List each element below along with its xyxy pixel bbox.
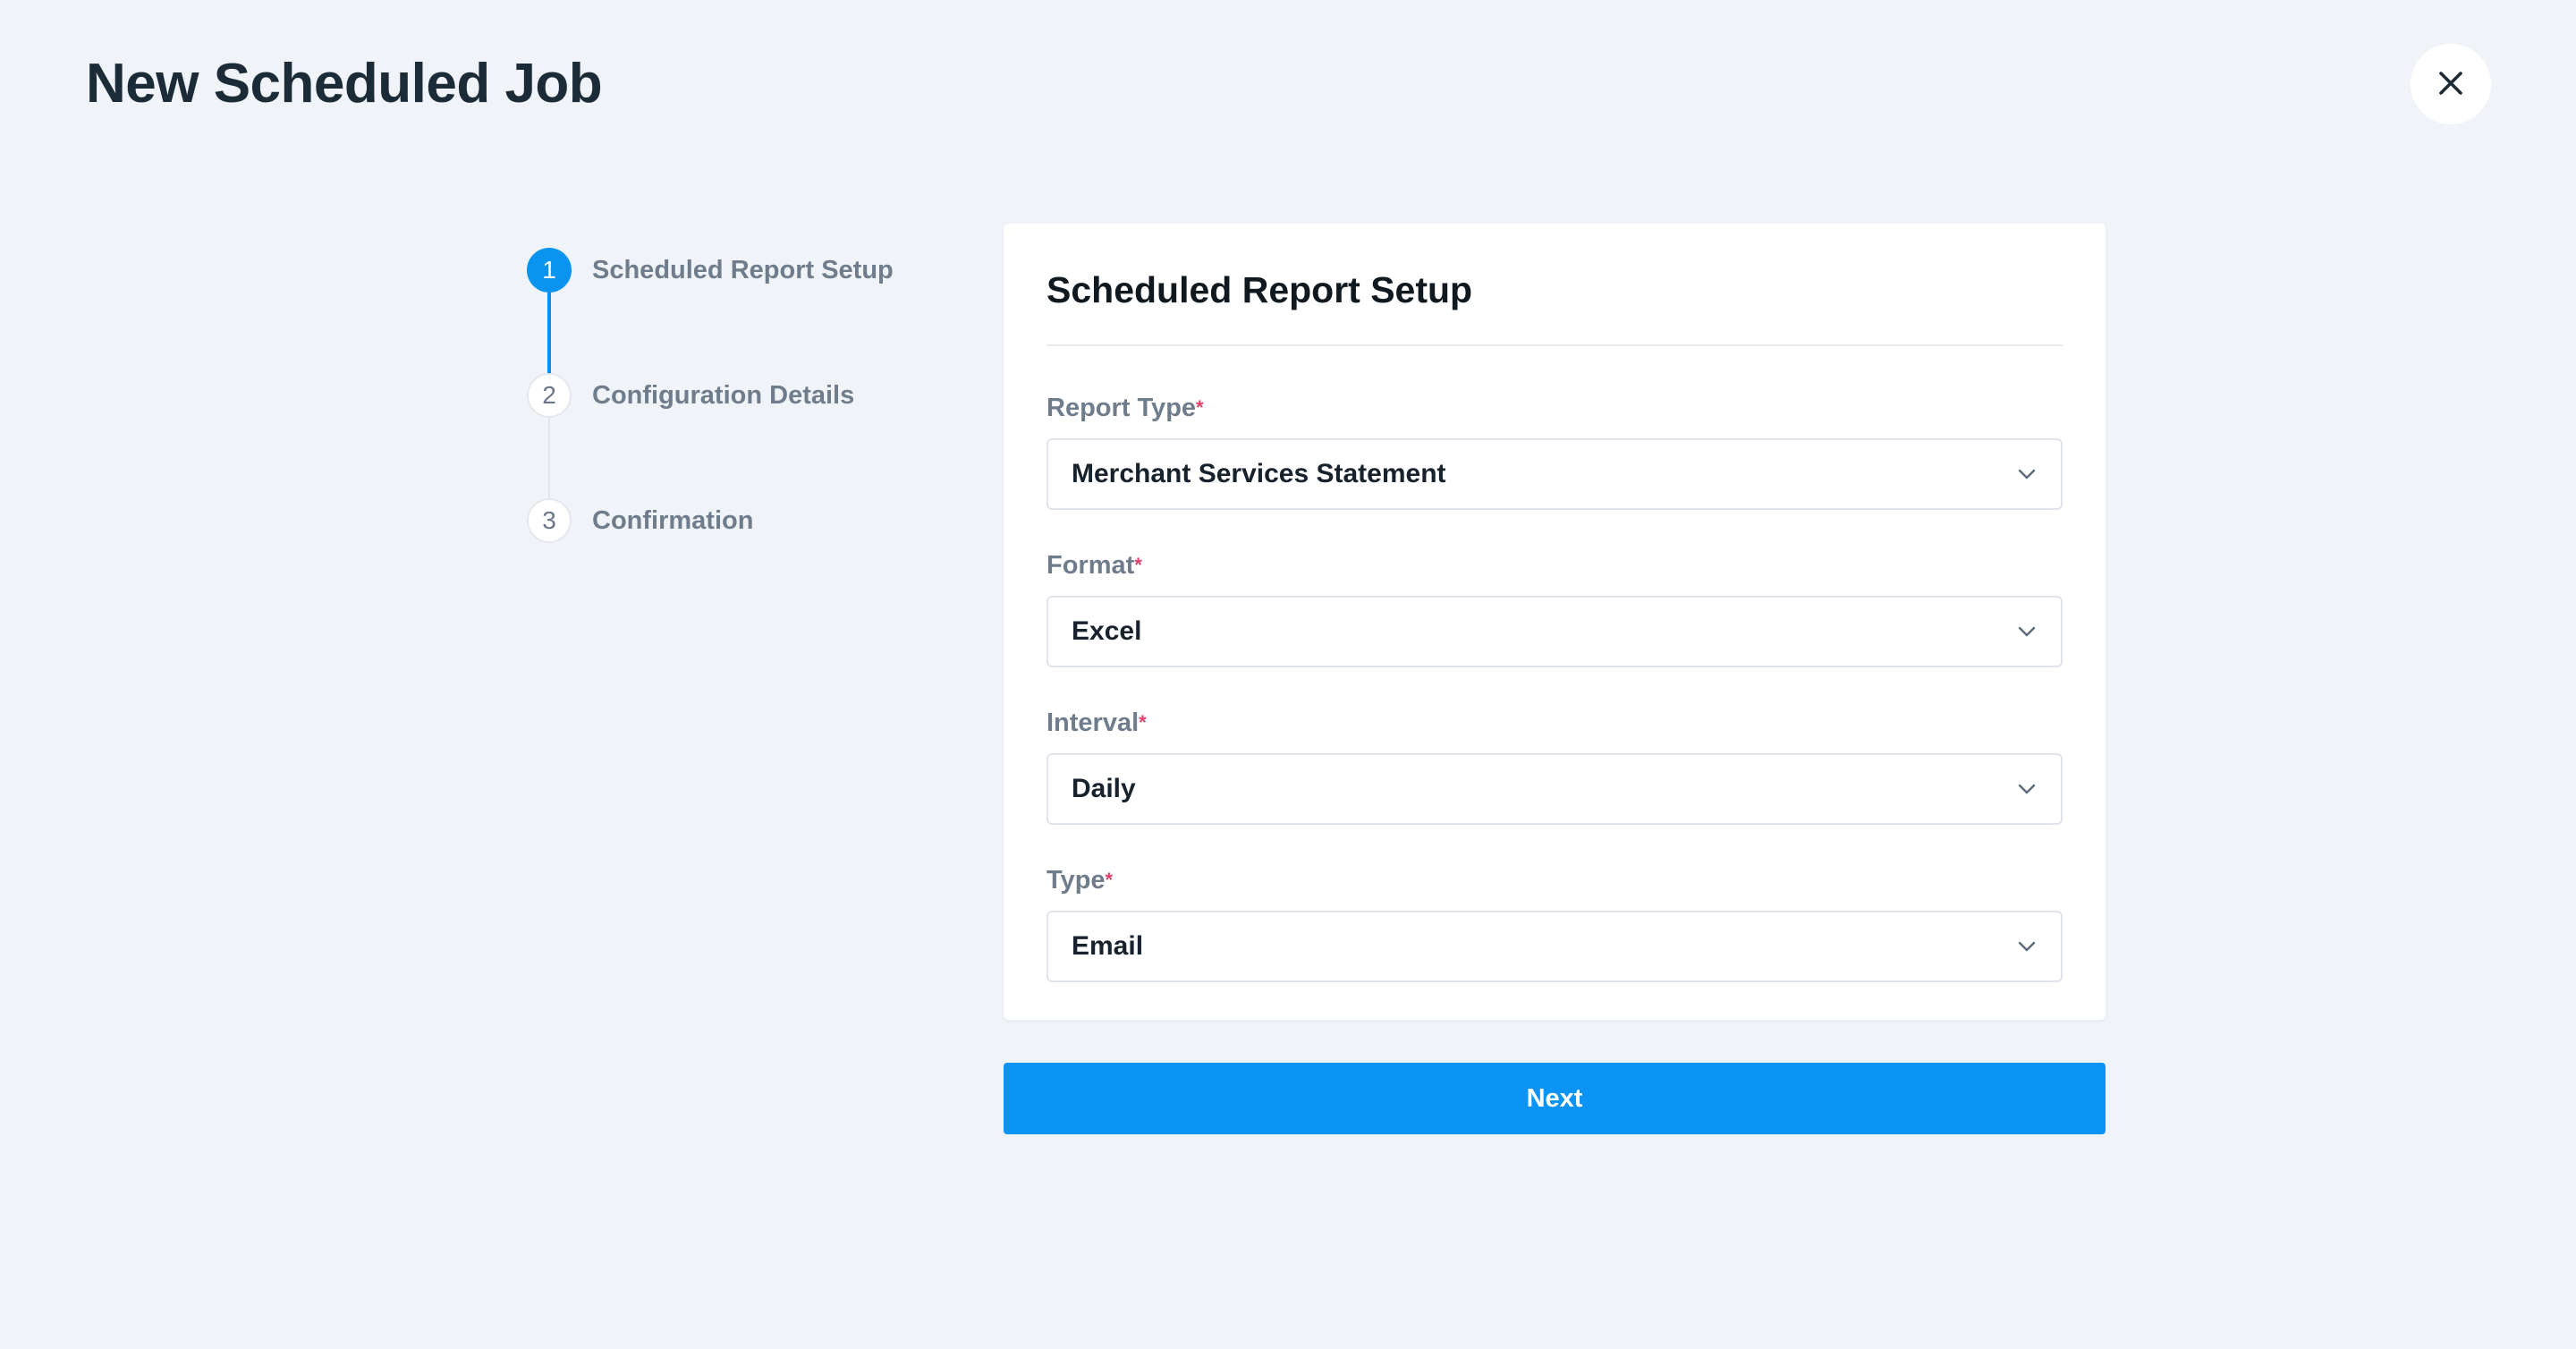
delivery-type-field: Type* Email [1046, 862, 2063, 982]
step-connector-pending [548, 418, 550, 500]
close-icon [2437, 70, 2464, 99]
field-label: Format* [1046, 551, 1142, 580]
close-button[interactable] [2411, 44, 2491, 124]
required-asterisk: * [1134, 554, 1142, 576]
step-connector-complete [547, 293, 551, 375]
delivery-type-select[interactable]: Email [1046, 911, 2063, 982]
page: New Scheduled Job 1 Scheduled Report Set… [0, 0, 2576, 1349]
field-label: Interval* [1046, 708, 1147, 737]
step-label: Configuration Details [592, 380, 855, 410]
next-button[interactable]: Next [1004, 1063, 2106, 1134]
stepper: 1 Scheduled Report Setup 2 Configuration… [527, 248, 956, 570]
required-asterisk: * [1139, 711, 1147, 734]
interval-select[interactable]: Daily [1046, 753, 2063, 825]
step-label: Confirmation [592, 505, 754, 535]
step-number-badge: 1 [527, 248, 572, 293]
chevron-down-icon [2016, 463, 2038, 485]
report-setup-card: Scheduled Report Setup Report Type* Merc… [1004, 224, 2106, 1020]
chevron-down-icon [2016, 778, 2038, 800]
interval-field: Interval* Daily [1046, 705, 2063, 825]
required-asterisk: * [1196, 396, 1204, 419]
page-title: New Scheduled Job [86, 53, 603, 115]
step-confirmation[interactable]: 3 Confirmation [527, 498, 753, 543]
step-number-badge: 2 [527, 373, 572, 418]
chevron-down-icon [2016, 621, 2038, 642]
report-type-field: Report Type* Merchant Services Statement [1046, 390, 2063, 510]
required-asterisk: * [1105, 869, 1114, 891]
report-type-select[interactable]: Merchant Services Statement [1046, 438, 2063, 510]
step-configuration-details[interactable]: 2 Configuration Details [527, 373, 854, 418]
format-field: Format* Excel [1046, 547, 2063, 667]
field-label: Report Type* [1046, 394, 1204, 422]
chevron-down-icon [2016, 936, 2038, 957]
step-number-badge: 3 [527, 498, 572, 543]
card-title: Scheduled Report Setup [1046, 269, 1473, 310]
select-value: Excel [1072, 616, 1142, 646]
field-label: Type* [1046, 866, 1114, 895]
divider [1046, 344, 2063, 346]
select-value: Email [1072, 931, 1144, 961]
select-value: Merchant Services Statement [1072, 459, 1446, 488]
format-select[interactable]: Excel [1046, 596, 2063, 667]
select-value: Daily [1072, 774, 1136, 803]
step-scheduled-report-setup[interactable]: 1 Scheduled Report Setup [527, 248, 894, 293]
step-label: Scheduled Report Setup [592, 255, 894, 284]
